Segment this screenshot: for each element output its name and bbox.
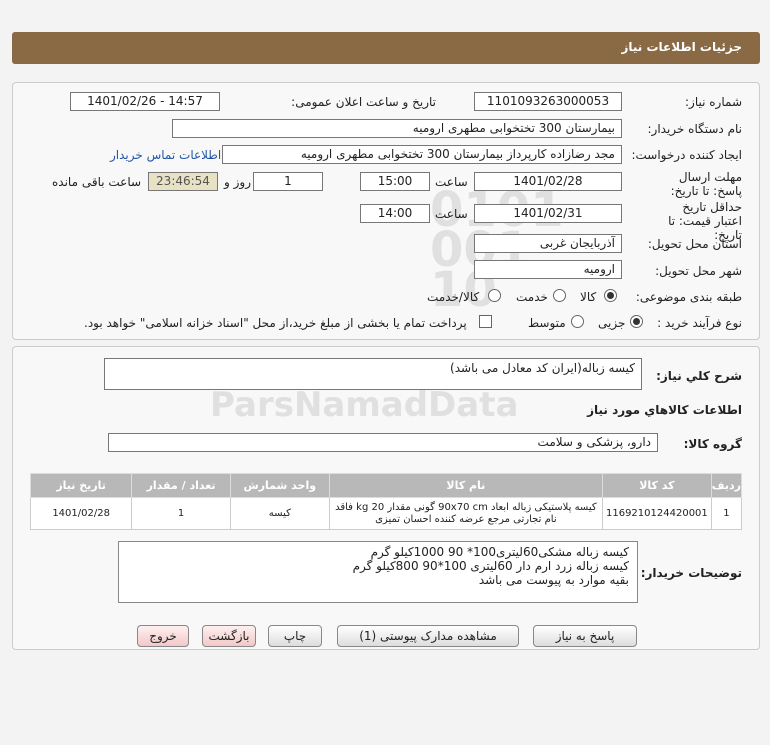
- col-unit: واحد شمارش: [229, 473, 330, 498]
- deadline-time-field: 15:00: [360, 172, 430, 191]
- cell-unit: کیسه: [229, 497, 330, 530]
- buyer-org-field: بیمارستان 300 تختخوابی مطهری ارومیه: [172, 119, 622, 138]
- city-field: ارومیه: [474, 260, 622, 279]
- col-row: ردیف: [710, 473, 743, 498]
- validity-time-field: 14:00: [360, 204, 430, 223]
- category-service-radio[interactable]: [553, 289, 566, 302]
- category-goods-label: کالا: [580, 290, 597, 304]
- deadline-time-label: ساعت: [435, 175, 468, 189]
- validity-label: حداقل تاریخ اعتبار قیمت: تا تاریخ:: [668, 200, 742, 242]
- process-minor-label: جزیی: [598, 316, 626, 330]
- days-label: روز و: [224, 175, 251, 189]
- validity-date-field: 1401/02/31: [474, 204, 622, 223]
- cell-code: 1169210124420001: [601, 497, 712, 530]
- requester-label: ایجاد کننده درخواست:: [631, 148, 742, 162]
- province-label: استان محل تحویل:: [647, 237, 742, 251]
- col-name: نام کالا: [328, 473, 603, 498]
- buyer-desc-label: توضیحات خریدار:: [640, 566, 742, 580]
- page-title: جزئیات اطلاعات نیاز: [621, 40, 742, 54]
- remaining-label: ساعت باقی مانده: [52, 175, 142, 189]
- need-number-field: 1101093263000053: [474, 92, 622, 111]
- validity-time-label: ساعت: [435, 207, 468, 221]
- category-service-label: خدمت: [516, 290, 548, 304]
- goods-group-label: گروه کالا:: [683, 437, 742, 451]
- process-medium-radio[interactable]: [571, 315, 584, 328]
- goods-table: ردیف کد کالا نام کالا واحد شمارش تعداد /…: [29, 473, 743, 530]
- buyer-desc-line1: کیسه زباله مشکی60لیتری100* 90 1000کیلو گ…: [370, 545, 629, 559]
- process-medium-label: متوسط: [528, 316, 566, 330]
- col-date: تاریخ نیاز: [29, 473, 133, 498]
- table-row: 1 1169210124420001 کیسه پلاستیکی زباله ا…: [29, 497, 743, 530]
- table-header-row: ردیف کد کالا نام کالا واحد شمارش تعداد /…: [29, 473, 743, 498]
- process-label: نوع فرآیند خرید :: [657, 316, 742, 330]
- days-field: 1: [253, 172, 323, 191]
- buyer-desc-line2: کیسه زباله زرد ارم دار 60لیتری 100*90 80…: [352, 559, 629, 573]
- payment-checkbox[interactable]: [479, 315, 492, 328]
- cell-date: 1401/02/28: [29, 497, 133, 530]
- goods-info-title: اطلاعات کالاهاي مورد نياز: [587, 403, 742, 417]
- deadline-date-field: 1401/02/28: [474, 172, 622, 191]
- cell-row: 1: [710, 497, 743, 530]
- summary-field: کیسه زباله(ایران کد معادل می باشد): [104, 358, 642, 390]
- goods-group-field: دارو، پزشکی و سلامت: [108, 433, 658, 452]
- city-label: شهر محل تحویل:: [655, 264, 742, 278]
- category-both-label: کالا/خدمت: [427, 290, 480, 304]
- deadline-label: مهلت ارسال پاسخ: تا تاریخ:: [670, 170, 742, 198]
- cell-qty: 1: [131, 497, 231, 530]
- payment-note: پرداخت تمام یا بخشی از مبلغ خرید،از محل …: [84, 316, 467, 330]
- need-number-label: شماره نیاز:: [685, 95, 742, 109]
- page-header: جزئیات اطلاعات نیاز: [12, 32, 760, 64]
- process-minor-radio[interactable]: [630, 315, 643, 328]
- province-field: آذربایجان غربی: [474, 234, 622, 253]
- exit-button[interactable]: خروج: [137, 625, 189, 647]
- reply-button[interactable]: پاسخ به نیاز: [533, 625, 637, 647]
- announce-label: تاریخ و ساعت اعلان عمومی:: [291, 95, 436, 109]
- col-code: کد کالا: [601, 473, 712, 498]
- announce-field: 1401/02/26 - 14:57: [70, 92, 220, 111]
- requester-field: مجد رضازاده کارپرداز بیمارستان 300 تختخو…: [222, 145, 622, 164]
- attachments-button[interactable]: مشاهده مدارک پیوستی (1): [337, 625, 519, 647]
- buyer-desc-line3: بقیه موارد به پیوست می باشد: [478, 573, 629, 587]
- col-qty: تعداد / مقدار: [131, 473, 231, 498]
- page-frame: جزئیات اطلاعات نیاز ParsNamadData 010100…: [0, 0, 770, 745]
- buyer-org-label: نام دستگاه خریدار:: [647, 122, 743, 136]
- remaining-time-field: 23:46:54: [148, 172, 218, 191]
- category-label: طبقه بندی موضوعی:: [635, 290, 742, 304]
- back-button[interactable]: بازگشت: [202, 625, 256, 647]
- summary-label: شرح کلي نياز:: [656, 369, 742, 383]
- buyer-desc-box: کیسه زباله مشکی60لیتری100* 90 1000کیلو گ…: [118, 541, 638, 603]
- category-both-radio[interactable]: [488, 289, 501, 302]
- buyer-contact-link[interactable]: اطلاعات تماس خریدار: [110, 148, 221, 162]
- category-goods-radio[interactable]: [604, 289, 617, 302]
- print-button[interactable]: چاپ: [268, 625, 322, 647]
- cell-name: کیسه پلاستیکی زباله ابعاد 90x70 cm گونی …: [328, 497, 603, 530]
